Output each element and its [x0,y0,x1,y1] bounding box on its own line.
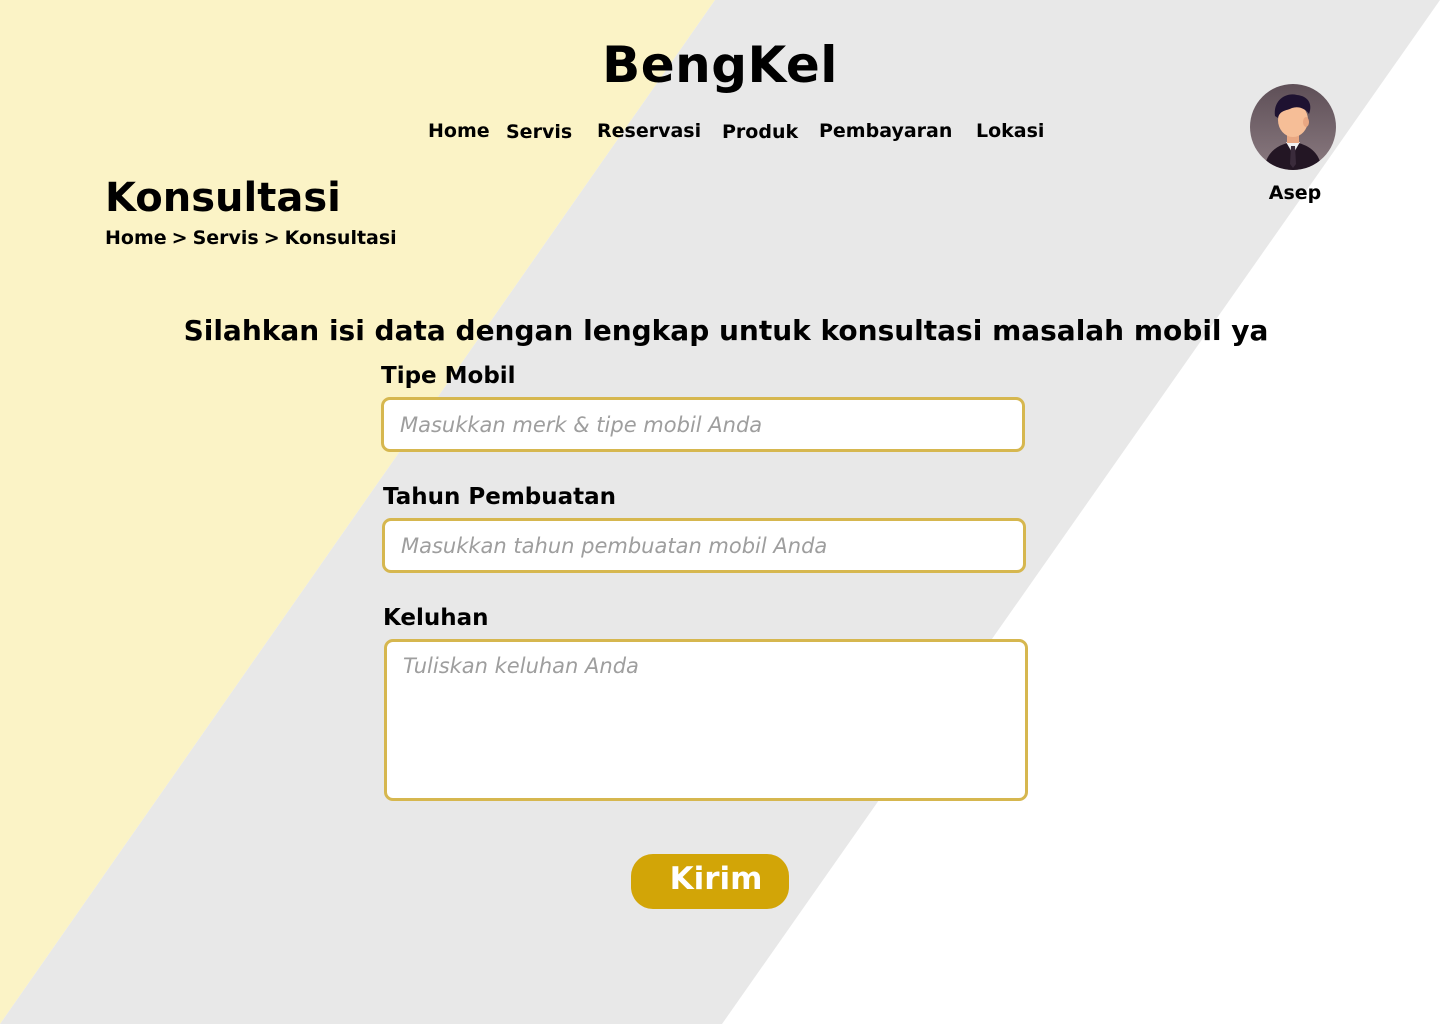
nav-item-produk[interactable]: Produk [722,121,798,143]
tipe-mobil-label: Tipe Mobil [381,363,516,389]
user-avatar-icon[interactable] [1250,84,1336,170]
keluhan-textarea[interactable] [384,639,1028,801]
nav-item-lokasi[interactable]: Lokasi [976,120,1044,142]
breadcrumb-home-link[interactable]: Home [105,227,167,249]
breadcrumb-current-page: Konsultasi [284,227,397,249]
nav-item-pembayaran[interactable]: Pembayaran [819,120,952,142]
breadcrumb-separator: > [171,227,188,249]
breadcrumb-separator: > [263,227,280,249]
breadcrumb: Home > Servis > Konsultasi [105,227,397,249]
tahun-pembuatan-label: Tahun Pembuatan [383,484,617,510]
breadcrumb-servis-link[interactable]: Servis [193,227,259,249]
nav-item-home[interactable]: Home [428,120,490,142]
keluhan-label: Keluhan [383,605,489,631]
tahun-pembuatan-input[interactable] [382,518,1026,573]
nav-item-reservasi[interactable]: Reservasi [597,120,701,142]
nav-item-servis[interactable]: Servis [506,121,572,143]
kirim-submit-button[interactable]: Kirim [631,854,789,909]
tipe-mobil-input[interactable] [381,397,1025,452]
form-intro-text: Silahkan isi data dengan lengkap untuk k… [183,314,1269,347]
user-name: Asep [1268,182,1322,204]
page-title: Konsultasi [105,175,341,221]
brand-logo-text: BengKel [602,36,838,94]
